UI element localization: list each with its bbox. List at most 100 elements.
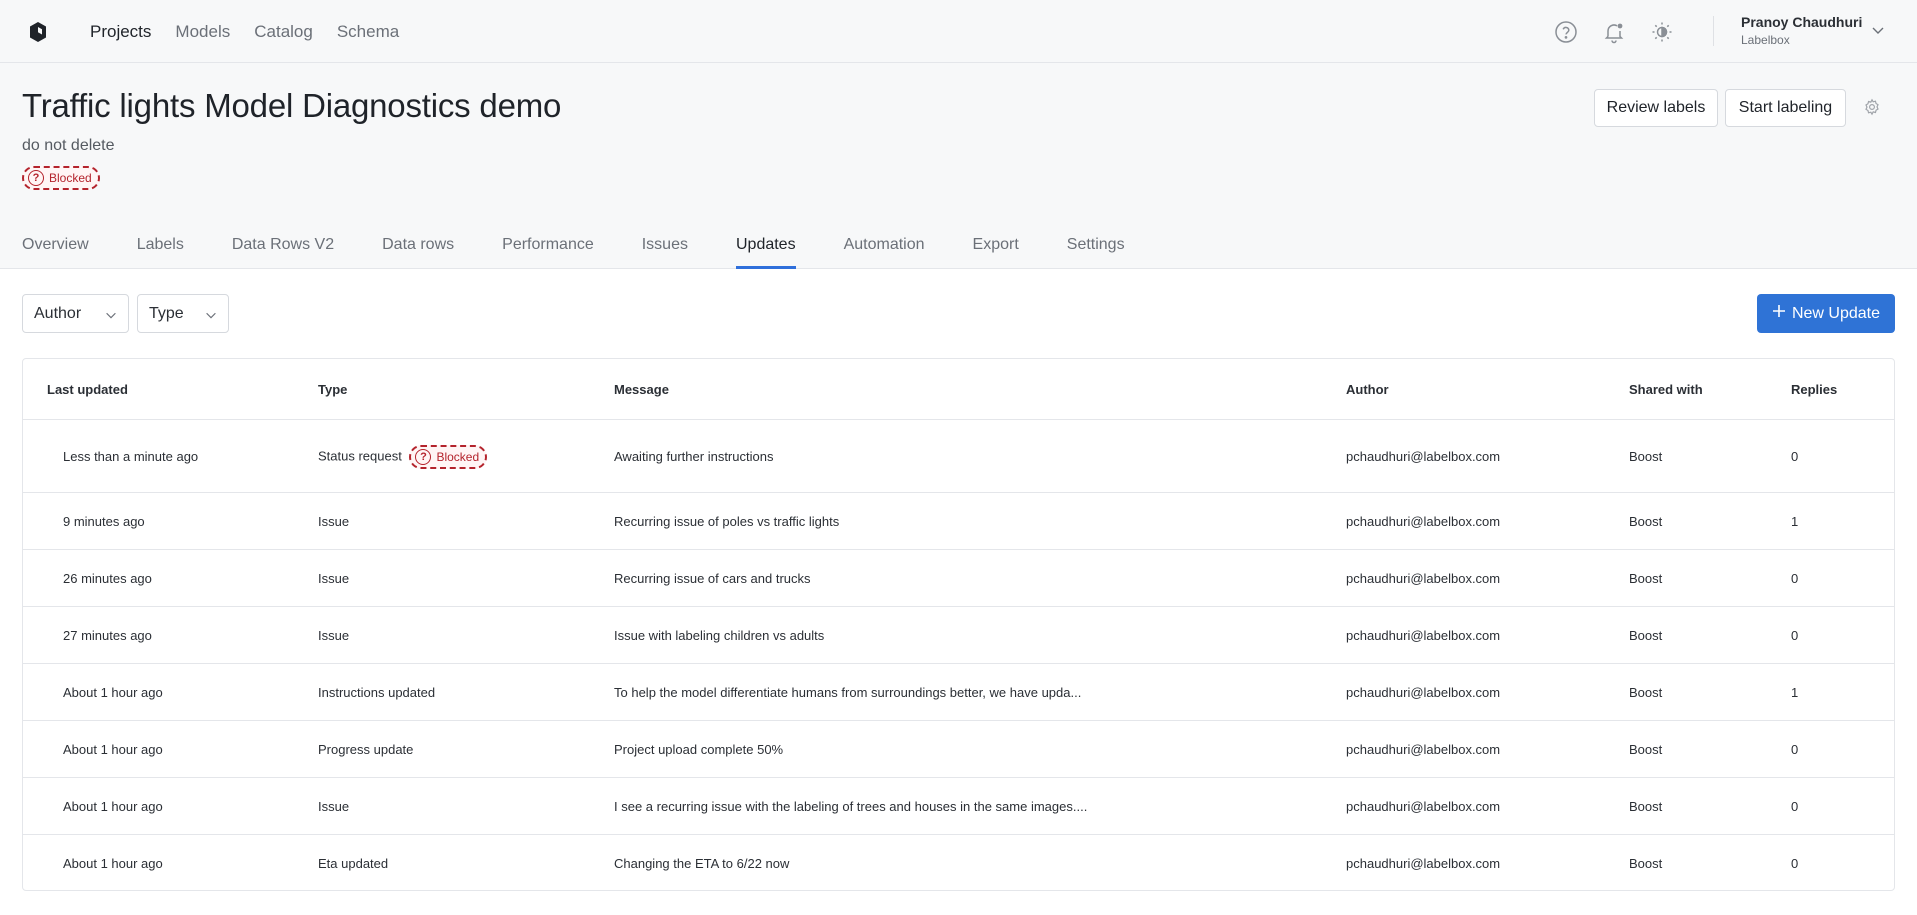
table-row[interactable]: 9 minutes ago Issue Recurring issue of p… xyxy=(23,493,1894,550)
cell-message: Project upload complete 50% xyxy=(614,742,784,757)
tab-export[interactable]: Export xyxy=(973,223,1019,269)
cell-type-label: Status request xyxy=(318,448,402,464)
cell-shared-with: Boost xyxy=(1629,799,1663,814)
cell-author: pchaudhuri@labelbox.com xyxy=(1346,571,1501,586)
cell-last-updated: Less than a minute ago xyxy=(63,449,199,464)
column-header-shared-with[interactable]: Shared with xyxy=(1629,382,1703,397)
top-navigation-bar: Projects Models Catalog Schema Pranoy Ch… xyxy=(0,0,1917,63)
bell-icon[interactable] xyxy=(1600,18,1628,46)
user-name: Pranoy Chaudhuri xyxy=(1741,14,1863,30)
status-badge: ? Blocked xyxy=(409,445,488,469)
type-filter-dropdown[interactable]: Type xyxy=(137,294,229,333)
nav-item-models[interactable]: Models xyxy=(175,22,230,42)
cell-type: Progress update xyxy=(318,742,414,757)
table-row[interactable]: 26 minutes ago Issue Recurring issue of … xyxy=(23,550,1894,607)
cell-shared-with: Boost xyxy=(1629,685,1663,700)
cell-shared-with: Boost xyxy=(1629,628,1663,643)
cell-shared-with: Boost xyxy=(1629,856,1663,871)
author-filter-dropdown[interactable]: Author xyxy=(22,294,129,333)
cell-last-updated: 27 minutes ago xyxy=(63,628,152,643)
cell-message: Awaiting further instructions xyxy=(614,449,774,464)
column-header-replies[interactable]: Replies xyxy=(1791,382,1837,397)
table-row[interactable]: About 1 hour ago Progress update Project… xyxy=(23,721,1894,778)
author-filter-label: Author xyxy=(34,304,82,322)
cell-author: pchaudhuri@labelbox.com xyxy=(1346,799,1501,814)
cell-replies: 0 xyxy=(1791,449,1799,464)
table-header: Last updated Type Message Author Shared … xyxy=(23,359,1894,420)
tab-updates[interactable]: Updates xyxy=(735,223,796,269)
top-icons xyxy=(1552,18,1676,46)
cell-last-updated: About 1 hour ago xyxy=(63,742,163,757)
cell-type: Issue xyxy=(318,514,350,529)
cell-type: Issue xyxy=(318,571,350,586)
tab-labels[interactable]: Labels xyxy=(137,223,184,269)
question-icon: ? xyxy=(28,170,44,186)
cell-replies: 0 xyxy=(1791,856,1799,871)
user-org: Labelbox xyxy=(1741,33,1790,47)
cell-type: Issue xyxy=(318,799,350,814)
cell-author: pchaudhuri@labelbox.com xyxy=(1346,685,1501,700)
plus-icon xyxy=(1772,304,1786,323)
tab-data-rows-v2[interactable]: Data Rows V2 xyxy=(232,223,334,269)
cell-replies: 0 xyxy=(1791,628,1799,643)
cell-type: Eta updated xyxy=(318,856,389,871)
table-row[interactable]: About 1 hour ago Eta updated Changing th… xyxy=(23,835,1894,890)
tab-performance[interactable]: Performance xyxy=(502,223,594,269)
cell-message: Issue with labeling children vs adults xyxy=(614,628,825,643)
theme-toggle-icon[interactable] xyxy=(1648,18,1676,46)
project-description: do not delete xyxy=(22,137,115,154)
cell-shared-with: Boost xyxy=(1629,742,1663,757)
cell-message: I see a recurring issue with the labelin… xyxy=(614,799,1088,814)
help-icon[interactable] xyxy=(1552,18,1580,46)
cell-last-updated: 9 minutes ago xyxy=(63,514,145,529)
cell-author: pchaudhuri@labelbox.com xyxy=(1346,449,1501,464)
tab-data-rows[interactable]: Data rows xyxy=(382,223,454,269)
tab-issues[interactable]: Issues xyxy=(642,223,688,269)
cell-message: Recurring issue of poles vs traffic ligh… xyxy=(614,514,840,529)
status-badge: ? Blocked xyxy=(22,166,100,190)
tab-automation[interactable]: Automation xyxy=(844,223,925,269)
table-row[interactable]: About 1 hour ago Instructions updated To… xyxy=(23,664,1894,721)
nav-item-schema[interactable]: Schema xyxy=(337,22,399,42)
question-icon: ? xyxy=(415,449,432,465)
chevron-down-icon xyxy=(204,308,218,327)
tab-overview[interactable]: Overview xyxy=(22,223,89,269)
start-labeling-button[interactable]: Start labeling xyxy=(1725,89,1846,127)
column-header-message[interactable]: Message xyxy=(614,382,669,397)
column-header-author[interactable]: Author xyxy=(1346,382,1389,397)
chevron-down-icon[interactable] xyxy=(1870,22,1886,41)
project-header: Traffic lights Model Diagnostics demo do… xyxy=(0,63,1917,269)
cell-type: Issue xyxy=(318,628,350,643)
cell-shared-with: Boost xyxy=(1629,514,1663,529)
cell-author: pchaudhuri@labelbox.com xyxy=(1346,742,1501,757)
divider xyxy=(1713,16,1714,46)
updates-table: Last updated Type Message Author Shared … xyxy=(22,358,1895,891)
table-row[interactable]: About 1 hour ago Issue I see a recurring… xyxy=(23,778,1894,835)
column-header-last-updated[interactable]: Last updated xyxy=(47,382,128,397)
cell-message: To help the model differentiate humans f… xyxy=(614,685,1082,700)
new-update-button[interactable]: New Update xyxy=(1757,294,1895,333)
gear-icon[interactable] xyxy=(1863,98,1881,119)
cell-replies: 0 xyxy=(1791,742,1799,757)
table-row[interactable]: Less than a minute ago Status request ? … xyxy=(23,420,1894,493)
cell-replies: 1 xyxy=(1791,685,1799,700)
nav-item-projects[interactable]: Projects xyxy=(90,22,151,42)
cell-last-updated: About 1 hour ago xyxy=(63,685,163,700)
column-header-type[interactable]: Type xyxy=(318,382,347,397)
labelbox-logo-icon[interactable] xyxy=(26,20,50,44)
status-badge-label: Blocked xyxy=(49,171,92,185)
new-update-label: New Update xyxy=(1791,304,1881,322)
main-nav: Projects Models Catalog Schema xyxy=(90,0,423,63)
cell-author: pchaudhuri@labelbox.com xyxy=(1346,514,1501,529)
cell-message: Recurring issue of cars and trucks xyxy=(614,571,811,586)
nav-item-catalog[interactable]: Catalog xyxy=(254,22,313,42)
cell-author: pchaudhuri@labelbox.com xyxy=(1346,856,1501,871)
chevron-down-icon xyxy=(104,308,118,327)
cell-shared-with: Boost xyxy=(1629,571,1663,586)
cell-shared-with: Boost xyxy=(1629,449,1663,464)
cell-replies: 0 xyxy=(1791,571,1799,586)
user-menu[interactable]: Pranoy Chaudhuri Labelbox xyxy=(1741,14,1862,47)
tab-settings[interactable]: Settings xyxy=(1067,223,1125,269)
table-row[interactable]: 27 minutes ago Issue Issue with labeling… xyxy=(23,607,1894,664)
review-labels-button[interactable]: Review labels xyxy=(1594,89,1718,127)
